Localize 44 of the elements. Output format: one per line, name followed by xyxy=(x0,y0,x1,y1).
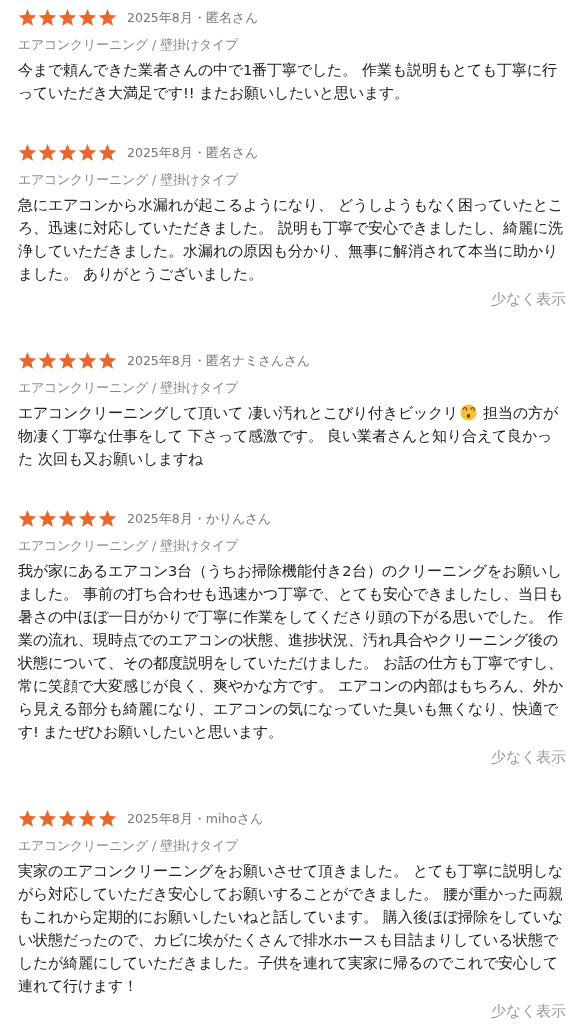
service-category: エアコンクリーニング / 壁掛けタイプ xyxy=(18,172,240,187)
star-icon xyxy=(78,144,97,162)
review-text: 急にエアコンから水漏れが起こるようになり、 どうしようもなく困っていたところ、迅速に対応していただきました。 説明も丁寧で安心できましたし、綺麗に洗浄していただきました。水漏れの原因も分かり、無事に解消されて本当に助かりました。 ありがとうございました。 xyxy=(18,195,564,284)
star-icon xyxy=(58,352,77,370)
star-icon xyxy=(18,9,37,27)
review-meta: 2025年8月・匿名さん xyxy=(127,144,258,162)
star-icon xyxy=(38,810,57,828)
review-text: 実家のエアコンクリーニングをお願いさせて頂きました。 とても丁寧に説明しながら対応していただき安心してお願いすることができました。 腰が重かった両親もこれから定期的にお願いしたいねと話しています。 購入後ほぼ掃除をしていない状態だったので、カビに埃がたくさんで排水ホースも目詰まりしている状態でしたが綺麗にしていただきました。子供を連れて実家に帰るのでこれで安心して連れて行けます！ xyxy=(18,861,564,996)
star-icon xyxy=(18,352,37,370)
review-meta: 2025年8月・かりんさん xyxy=(127,510,271,528)
review-meta: 2025年8月・匿名さん xyxy=(127,9,258,27)
star-icon xyxy=(78,810,97,828)
review-meta: 2025年8月・mihoさん xyxy=(127,810,263,828)
star-icon xyxy=(38,352,57,370)
service-category: エアコンクリーニング / 壁掛けタイプ xyxy=(18,538,240,553)
show-less-link[interactable]: 少なく表示 xyxy=(491,289,566,309)
star-icon xyxy=(18,510,37,528)
review-text: 今まで頼んできた業者さんの中で1番丁寧でした。 作業も説明もとても丁寧に行っていただき大満足です!! またお願いしたいと思います。 xyxy=(18,60,558,103)
dizzy-face-icon xyxy=(459,404,477,421)
review-text: エアコンクリーニングして頂いて 凄い汚れとこびり付きビックリ 担当の方が物凄く丁寧な仕事をして 下さって感激です。 良い業者さんと知り合えて良かった 次回も又お願いしますね xyxy=(18,403,560,469)
star-icon xyxy=(78,352,97,370)
star-icon xyxy=(18,810,37,828)
star-icon xyxy=(58,9,77,27)
service-category: エアコンクリーニング / 壁掛けタイプ xyxy=(18,838,240,853)
star-icon xyxy=(98,144,117,162)
review-meta: 2025年8月・匿名ナミさんさん xyxy=(127,352,310,370)
star-icon xyxy=(98,9,117,27)
star-icon xyxy=(98,810,117,828)
review-text: 我が家にあるエアコン3台（うちお掃除機能付き2台）のクリーニングをお願いしました。 事前の打ち合わせも迅速かつ丁寧で、とても安心できましたし、当日も暑さの中ほぼ一日がかりで丁寧に作業をしてくださり頭の下がる思いでした。 作業の流れ、現時点でのエアコンの状態、進捗状況、汚れ具合やクリーニング後の状態について、その都度説明をしていただけました。 お話の仕方も丁寧ですし、常に笑顔で大変感じが良く、爽やかな方です。 エアコンの内部はもちろん、外から見える部分も綺麗になり、エアコンの気になっていた臭いも無くなり、快適です! またぜひお願いしたいと思います。 xyxy=(18,561,564,742)
star-icon xyxy=(78,9,97,27)
star-icon xyxy=(58,810,77,828)
star-icon xyxy=(78,510,97,528)
star-icon xyxy=(98,510,117,528)
show-less-link[interactable]: 少なく表示 xyxy=(491,1001,566,1021)
star-icon xyxy=(58,144,77,162)
star-icon xyxy=(38,144,57,162)
star-icon xyxy=(38,9,57,27)
star-icon xyxy=(98,352,117,370)
star-icon xyxy=(58,510,77,528)
star-icon xyxy=(38,510,57,528)
service-category: エアコンクリーニング / 壁掛けタイプ xyxy=(18,37,240,52)
show-less-link[interactable]: 少なく表示 xyxy=(491,747,566,767)
star-icon xyxy=(18,144,37,162)
service-category: エアコンクリーニング / 壁掛けタイプ xyxy=(18,380,240,395)
